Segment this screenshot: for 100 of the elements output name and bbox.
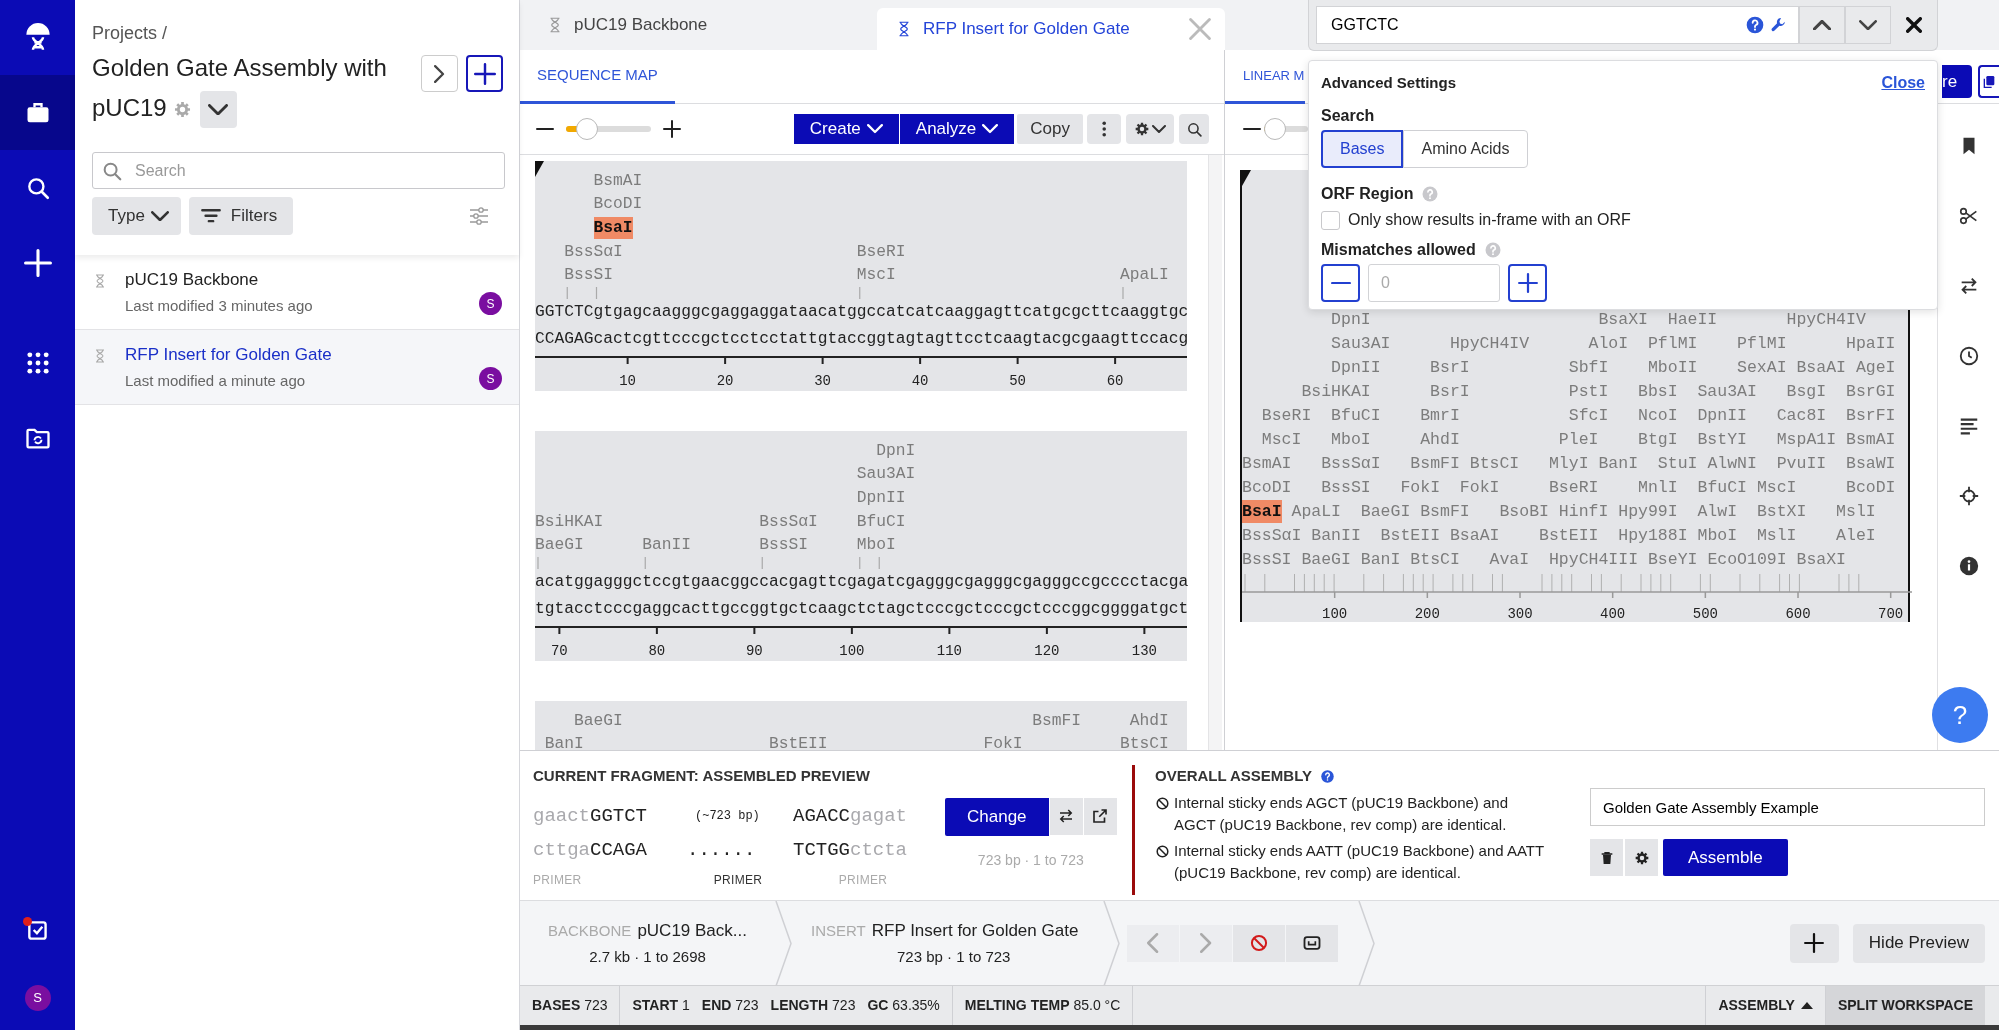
export-icon (1091, 807, 1110, 825)
add-button[interactable] (1789, 923, 1839, 963)
analyze-menu-button[interactable]: Analyze (898, 114, 1015, 144)
enzyme-label[interactable]: ApaLI BaeGI BsmFI BsoBI HinfI Hpy99I AlwI BstXI MslI (1291, 499, 1876, 523)
search-mode-toggle[interactable]: Bases (1321, 130, 1404, 168)
minus-icon (1330, 281, 1351, 285)
find-field[interactable]: GGTCTC (1316, 6, 1799, 44)
help-button[interactable]: ? (1932, 687, 1988, 743)
enzyme-label[interactable]: BsmAI (593, 169, 643, 192)
dropdown-button[interactable] (199, 91, 237, 129)
copy-button[interactable] (1978, 65, 1999, 98)
plus-icon (23, 248, 52, 277)
search-icon (101, 160, 123, 183)
enzyme-label[interactable]: BsaI (593, 217, 633, 239)
view-tab[interactable]: LINEAR M (1225, 50, 1306, 104)
enzyme-label[interactable]: BcoDI BssSI FokI FokI BseRI MnlI BfuCI MscI BcoDI (1242, 475, 1896, 499)
enzyme-label[interactable]: BssSI BaeGI BanI BtsCI AvaI HpyCH4III BseYI EcoO109I BsaXI (1242, 547, 1846, 571)
enzyme-label[interactable]: DpnI (876, 439, 916, 462)
enzyme-label[interactable]: Sau3AI (856, 463, 916, 486)
scrollbar[interactable] (1208, 155, 1222, 750)
next-match-button[interactable] (1845, 6, 1892, 44)
zoom-slider[interactable] (566, 118, 651, 140)
fragment-name: RFP Insert for Golden Gate (871, 919, 1079, 942)
enzyme-label[interactable]: BssSαI BseRI (564, 240, 906, 263)
panel-title: Advanced Settings (1321, 72, 1457, 93)
breadcrumb[interactable]: Projects / (92, 21, 503, 45)
gap-button[interactable] (1286, 924, 1338, 962)
search-mode-toggle[interactable]: Amino Acids (1403, 130, 1528, 168)
more-button[interactable] (1087, 114, 1121, 144)
enzyme-label[interactable]: BsiHKAI BsrI PstI BbsI Sau3AI BsgI BsrGI (1301, 379, 1896, 403)
enzyme-label[interactable]: BssSαI BanII BstEII BsaAI BstEII Hpy188I MboI MslI AleI (1242, 523, 1876, 547)
previous-match-button[interactable] (1799, 6, 1846, 44)
share-button[interactable]: re (1942, 65, 1972, 98)
enzyme-label[interactable]: BcoDI (593, 193, 643, 216)
type-dropdown[interactable]: Type (92, 197, 181, 236)
chevron-down-icon (1152, 125, 1166, 133)
checkbox[interactable] (1321, 210, 1340, 230)
add-button[interactable] (466, 55, 503, 92)
enzyme-label[interactable]: BseRI BfuCI BmrI SfcI NcoI DpnII Cac8I BsrFI (1261, 403, 1896, 427)
fragment-item[interactable]: INSERT RFP Insert for Golden Gate 723 bp · 1 to 723 (793, 900, 1103, 986)
primer-label: PRIMER (533, 871, 583, 889)
sticky-end-sequence: cttgaCCAGA (533, 838, 649, 863)
swap-button[interactable] (1049, 797, 1083, 835)
enzyme-label[interactable]: DpnI BsaXI HaeII HpyCH4IV (1331, 307, 1866, 331)
enzyme-label[interactable]: BaeGI BsmFI AhdI (574, 709, 1169, 732)
create-menu-button[interactable]: Create (793, 114, 899, 144)
zoom-in-icon[interactable] (663, 120, 681, 138)
fragment-range: 723 bp · 1 to 723 (977, 850, 1084, 870)
crosshair-icon[interactable] (1957, 485, 1980, 507)
settings-button[interactable] (1126, 114, 1174, 144)
tick-label: 90 (745, 642, 763, 659)
copy-button[interactable]: Copy (1017, 114, 1083, 144)
slider-thumb[interactable] (576, 118, 599, 140)
search-button[interactable] (1179, 114, 1209, 144)
tick-label: 70 (550, 642, 568, 659)
status-toggle[interactable]: ASSEMBLY (1705, 986, 1825, 1025)
filter-icon (200, 209, 221, 223)
decrement-button[interactable] (1321, 264, 1360, 302)
file-item[interactable]: RFP Insert for Golden Gate Last modified a minute ago S (75, 330, 519, 405)
zoom-slider[interactable] (1264, 118, 1308, 140)
hide-preview-button[interactable]: Hide Preview (1852, 923, 1985, 963)
settings-button[interactable] (1625, 839, 1658, 876)
mismatch-field[interactable]: 0 (1368, 264, 1500, 302)
tick-label: 50 (1009, 372, 1027, 389)
close-link[interactable]: Close (1881, 71, 1925, 95)
enzyme-label[interactable]: BanI BstEII FokI BtsCI (544, 733, 1169, 750)
warning-icon (1155, 843, 1170, 859)
enzyme-label[interactable]: DpnII BsrI SbfI MboII SexAI BsaAI AgeI (1331, 355, 1896, 379)
help-icon[interactable] (1745, 15, 1765, 35)
assembly-name-field[interactable]: Golden Gate Assembly Example (1590, 788, 1985, 826)
next-button[interactable] (421, 55, 458, 92)
document-tab[interactable]: pUC19 Backbone (520, 0, 877, 50)
tick-label: 200 (1414, 606, 1440, 622)
enzyme-label[interactable]: BsmAI BssSαI BsmFI BtsCI MlyI BanI StuI AlwNI PvuII BsaWI (1242, 451, 1896, 475)
view-tab[interactable]: SEQUENCE MAP (520, 50, 675, 104)
info-icon[interactable] (1957, 555, 1980, 577)
export-button[interactable] (1083, 797, 1117, 835)
status-toggle[interactable]: SPLIT WORKSPACE (1824, 986, 1985, 1025)
filters-button[interactable]: Filters (188, 197, 294, 236)
increment-button[interactable] (1508, 264, 1547, 302)
nav-item[interactable] (0, 75, 75, 150)
enzyme-label[interactable]: BssSI MscI ApaLI (564, 264, 1169, 287)
history-icon[interactable] (1957, 345, 1980, 367)
document-tab[interactable]: RFP Insert for Golden Gate (877, 8, 1225, 50)
enzyme-label[interactable]: BsiHKAI BssSαI BfuCI (535, 510, 906, 533)
remove-button[interactable] (1233, 924, 1285, 962)
enzyme-label[interactable]: BaeGI BanII BssSI MboI (535, 534, 896, 557)
help-icon[interactable] (1320, 768, 1335, 784)
enzyme-label[interactable]: MscI MboI AhdI PleI BtgI BstYI MspA1I BsmAI (1261, 427, 1896, 451)
delete-button[interactable] (1590, 839, 1623, 876)
search-field[interactable]: Search (92, 152, 505, 190)
fragment-item[interactable]: BACKBONE pUC19 Back... 2.7 kb · 1 to 2698 (520, 900, 775, 986)
change-button[interactable]: Change (945, 797, 1049, 836)
slider-thumb[interactable] (1264, 118, 1286, 140)
chevron-left-icon (1147, 933, 1159, 953)
enzyme-label[interactable]: Sau3AI HpyCH4IV AloI PflMI PflMI HpaII (1331, 331, 1896, 355)
user-avatar[interactable]: S (24, 985, 51, 1011)
enzyme-label[interactable]: BsaI (1242, 499, 1282, 523)
enzyme-label[interactable]: DpnII (856, 486, 906, 509)
assemble-button[interactable]: Assemble (1663, 839, 1788, 876)
